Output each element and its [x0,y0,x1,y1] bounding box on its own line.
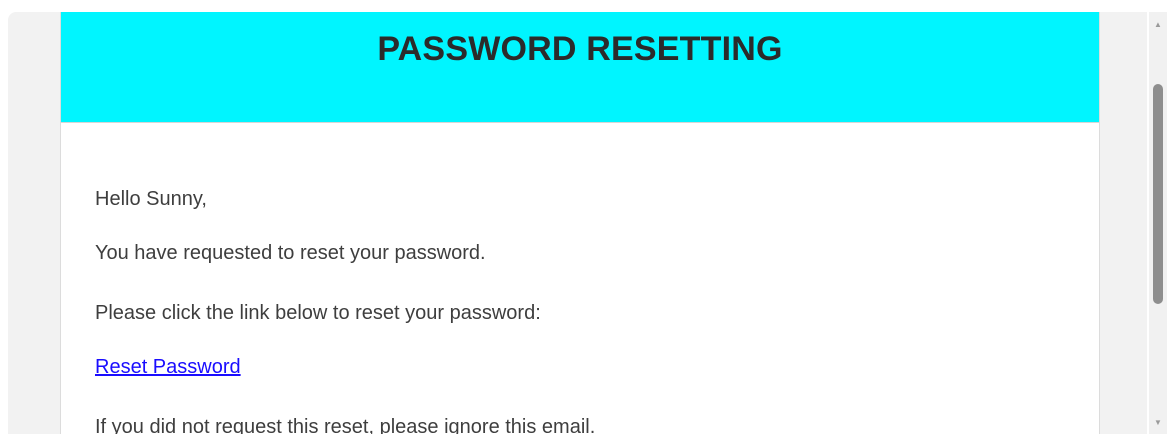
scrollbar-thumb[interactable] [1153,84,1163,304]
email-header: PASSWORD RESETTING [61,12,1099,123]
instruction-text: Please click the link below to reset you… [95,302,541,324]
reset-password-link[interactable]: Reset Password [95,356,241,379]
vertical-scrollbar[interactable]: ▲ ▼ [1149,12,1167,434]
greeting-text: Hello Sunny, [95,188,207,210]
email-card: PASSWORD RESETTING Hello Sunny, You have… [60,12,1100,434]
scroll-up-arrow-icon[interactable]: ▲ [1149,18,1167,32]
email-title: PASSWORD RESETTING [377,30,783,68]
requested-text: You have requested to reset your passwor… [95,242,486,264]
scroll-down-arrow-icon[interactable]: ▼ [1149,416,1167,430]
email-viewport: PASSWORD RESETTING Hello Sunny, You have… [0,0,1167,434]
ignore-text: If you did not request this reset, pleas… [95,416,596,434]
